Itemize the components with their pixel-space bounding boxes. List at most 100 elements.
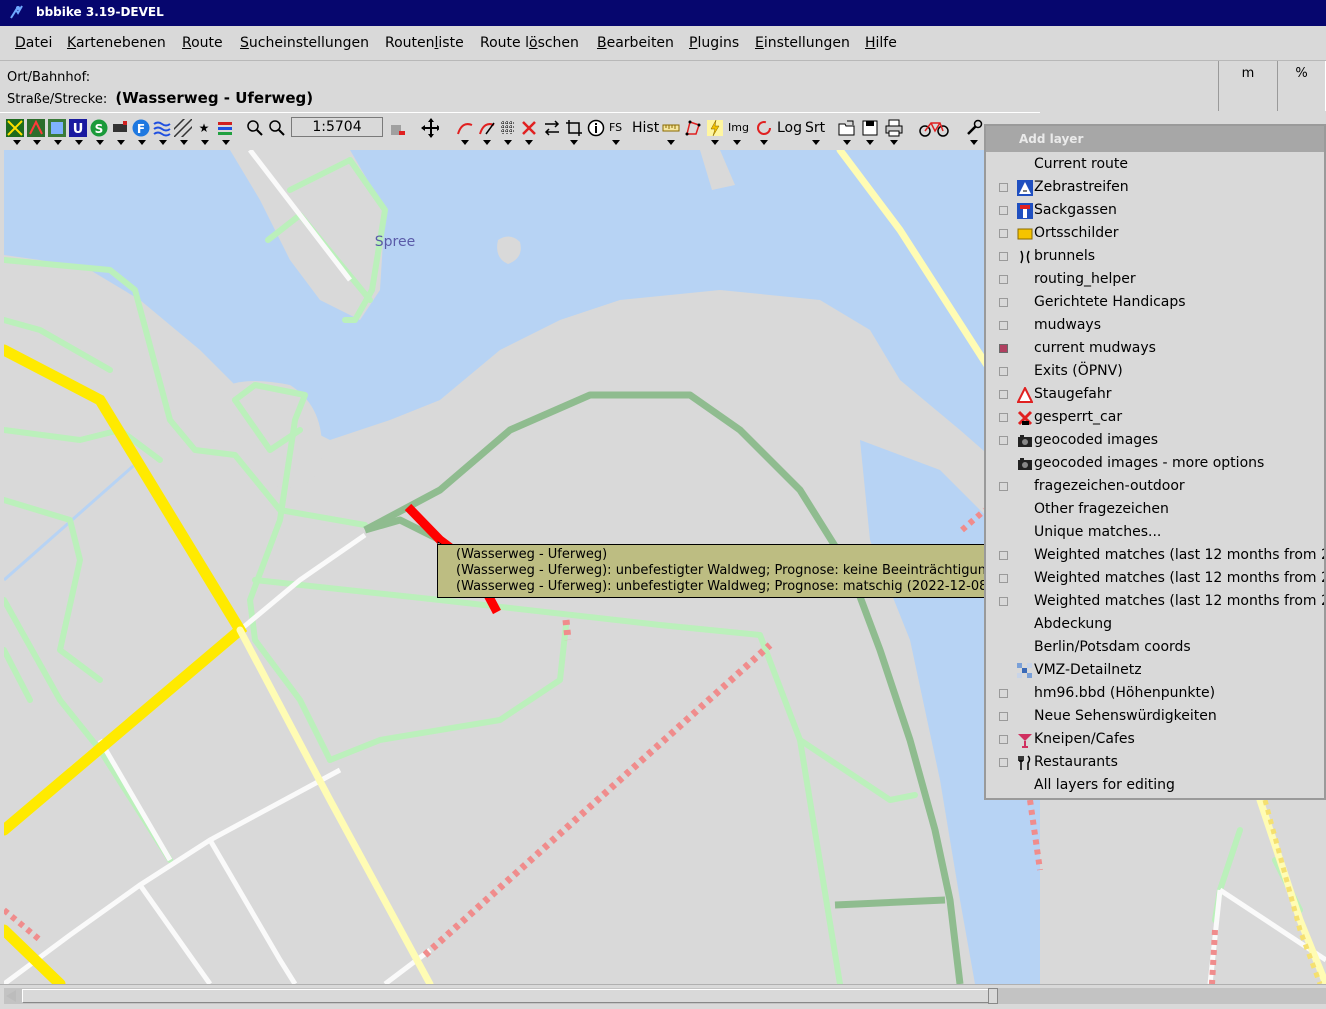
layer-item-sackgassen[interactable]: Sackgassen bbox=[986, 200, 1324, 223]
print-menu-arrow[interactable] bbox=[890, 140, 898, 145]
print-icon[interactable] bbox=[885, 119, 903, 137]
tool-menu-arrow-1[interactable] bbox=[711, 140, 719, 145]
layer-item-geocoded-images[interactable]: geocoded images bbox=[986, 430, 1324, 453]
layer-checkbox[interactable] bbox=[999, 436, 1008, 445]
swap-arrows-icon[interactable] bbox=[543, 119, 561, 137]
layer-item-ortsschilder[interactable]: Ortsschilder bbox=[986, 223, 1324, 246]
menu-bearbeiten[interactable]: Bearbeiten bbox=[597, 35, 674, 51]
route-menu-arrow-4[interactable] bbox=[525, 140, 533, 145]
menu-plugins[interactable]: Plugins bbox=[689, 35, 739, 51]
reload-icon[interactable] bbox=[755, 119, 773, 137]
layer-item-neue-sehensw-rdigkeiten[interactable]: Neue Sehenswürdigkeiten bbox=[986, 706, 1324, 729]
delete-route-icon[interactable] bbox=[520, 119, 538, 137]
bbbike-app-icon[interactable] bbox=[8, 4, 24, 20]
srt-menu-arrow[interactable] bbox=[812, 140, 820, 145]
fs-menu-arrow[interactable] bbox=[612, 140, 620, 145]
scale-indicator-icon[interactable] bbox=[389, 119, 407, 137]
layer-item-current-mudways[interactable]: current mudways bbox=[986, 338, 1324, 361]
layer-checkbox[interactable] bbox=[999, 344, 1008, 353]
layer-item-geocoded-images-more-options[interactable]: geocoded images - more options bbox=[986, 453, 1324, 476]
scrollbar-thumb[interactable] bbox=[22, 989, 992, 1003]
open-file-icon[interactable] bbox=[838, 119, 856, 137]
layer-checkbox[interactable] bbox=[999, 482, 1008, 491]
s-bahn-icon[interactable]: S bbox=[90, 119, 108, 137]
layer-menu-arrow-2[interactable] bbox=[33, 140, 41, 145]
info-icon[interactable] bbox=[587, 119, 605, 137]
layer-item-weighted-matches-last-12-months-from-2023-08[interactable]: Weighted matches (last 12 months from 20… bbox=[986, 568, 1324, 591]
route-draw-icon[interactable] bbox=[456, 119, 474, 137]
train-icon[interactable] bbox=[111, 119, 129, 137]
layer-item-other-fragezeichen[interactable]: Other fragezeichen bbox=[986, 499, 1324, 522]
layer-item-vmz-detailnetz[interactable]: VMZ-Detailnetz bbox=[986, 660, 1324, 683]
layer-item-abdeckung[interactable]: Abdeckung bbox=[986, 614, 1324, 637]
layer-item-mudways[interactable]: mudways bbox=[986, 315, 1324, 338]
fs-button[interactable]: FS bbox=[609, 121, 622, 134]
menu-route-löschen[interactable]: Route löschen bbox=[480, 35, 579, 51]
layer-item-current-route[interactable]: Current route bbox=[986, 154, 1324, 177]
water-icon[interactable] bbox=[153, 119, 171, 137]
bicycle-icon[interactable] bbox=[918, 119, 950, 137]
layer-item-gesperrt-car[interactable]: gesperrt_car bbox=[986, 407, 1324, 430]
layers-stack-icon[interactable] bbox=[216, 119, 234, 137]
img-button[interactable]: Img bbox=[728, 121, 749, 134]
layer-streets-icon[interactable] bbox=[6, 119, 24, 137]
star-icon[interactable]: ★ bbox=[195, 119, 213, 137]
move-cross-icon[interactable] bbox=[421, 118, 439, 138]
layer-checkbox[interactable] bbox=[999, 275, 1008, 284]
menu-datei[interactable]: Datei bbox=[15, 35, 52, 51]
layer-menu-arrow-8[interactable] bbox=[159, 140, 167, 145]
hist-menu-arrow[interactable] bbox=[667, 140, 675, 145]
tools-menu-arrow[interactable] bbox=[970, 140, 978, 145]
layer-item-restaurants[interactable]: Restaurants bbox=[986, 752, 1324, 775]
menu-routenliste[interactable]: Routenliste bbox=[385, 35, 464, 51]
menu-route[interactable]: Route bbox=[182, 35, 223, 51]
u-bahn-icon[interactable]: U bbox=[69, 119, 87, 137]
file-menu-arrow[interactable] bbox=[843, 140, 851, 145]
layer-checkbox[interactable] bbox=[999, 413, 1008, 422]
log-button[interactable]: Log bbox=[777, 120, 802, 136]
layer-checkbox[interactable] bbox=[999, 712, 1008, 721]
layer-menu-arrow-7[interactable] bbox=[138, 140, 146, 145]
layer-checkbox[interactable] bbox=[999, 321, 1008, 330]
layer-checkbox[interactable] bbox=[999, 252, 1008, 261]
layer-checkbox[interactable] bbox=[999, 574, 1008, 583]
zoom-in-icon[interactable] bbox=[246, 119, 264, 137]
layer-checkbox[interactable] bbox=[999, 298, 1008, 307]
img-menu-arrow[interactable] bbox=[733, 140, 741, 145]
horizontal-scrollbar[interactable] bbox=[0, 984, 1326, 1009]
layer-checkbox[interactable] bbox=[999, 390, 1008, 399]
layer-item-berlin-potsdam-coords[interactable]: Berlin/Potsdam coords bbox=[986, 637, 1324, 660]
hist-button[interactable]: Hist bbox=[632, 120, 659, 136]
layer-checkbox[interactable] bbox=[999, 183, 1008, 192]
layer-item-weighted-matches-last-12-months-from-2023-09[interactable]: Weighted matches (last 12 months from 20… bbox=[986, 545, 1324, 568]
layer-item-zebrastreifen[interactable]: Zebrastreifen bbox=[986, 177, 1324, 200]
layer-menu-arrow-1[interactable] bbox=[13, 140, 21, 145]
layer-menu-arrow-5[interactable] bbox=[96, 140, 104, 145]
layer-bike-icon[interactable] bbox=[27, 119, 45, 137]
layer-item-fragezeichen-outdoor[interactable]: fragezeichen-outdoor bbox=[986, 476, 1324, 499]
save-icon[interactable] bbox=[861, 119, 879, 137]
route-menu-arrow-3[interactable] bbox=[504, 140, 512, 145]
layer-menu-arrow-3[interactable] bbox=[54, 140, 62, 145]
ferry-icon[interactable]: F bbox=[132, 119, 150, 137]
crop-icon[interactable] bbox=[565, 119, 583, 137]
grid-icon[interactable] bbox=[499, 119, 517, 137]
layer-checkbox[interactable] bbox=[999, 229, 1008, 238]
layer-menu-arrow-4[interactable] bbox=[75, 140, 83, 145]
ruler-icon[interactable] bbox=[662, 119, 680, 137]
layer-item-all-layers-for-editing[interactable]: All layers for editing bbox=[986, 775, 1324, 798]
layer-checkbox[interactable] bbox=[999, 758, 1008, 767]
layer-item-weighted-matches-last-12-months-from-20[interactable]: Weighted matches (last 12 months from 20 bbox=[986, 591, 1324, 614]
tools-wrench-icon[interactable] bbox=[965, 119, 983, 137]
layer-item-brunnels[interactable]: brunnels bbox=[986, 246, 1324, 269]
scroll-left-arrow-icon[interactable] bbox=[6, 990, 16, 1002]
layer-checkbox[interactable] bbox=[999, 367, 1008, 376]
layer-map-icon[interactable] bbox=[48, 119, 66, 137]
menu-hilfe[interactable]: Hilfe bbox=[865, 35, 897, 51]
layer-checkbox[interactable] bbox=[999, 597, 1008, 606]
hatch-icon[interactable] bbox=[174, 119, 192, 137]
layer-checkbox[interactable] bbox=[999, 735, 1008, 744]
reload-menu-arrow[interactable] bbox=[760, 140, 768, 145]
layer-item-routing-helper[interactable]: routing_helper bbox=[986, 269, 1324, 292]
layer-item-gerichtete-handicaps[interactable]: Gerichtete Handicaps bbox=[986, 292, 1324, 315]
